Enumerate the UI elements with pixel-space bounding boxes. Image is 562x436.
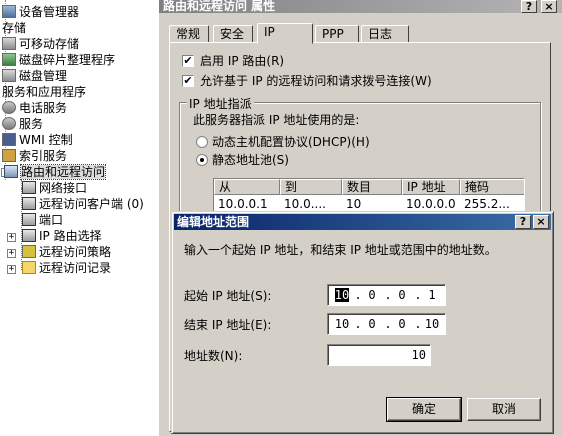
- edit-address-range-dialog: 编辑地址范围 ? × 输入一个起始 IP 地址，和结束 IP 地址或范围中的地址…: [171, 211, 554, 434]
- address-count-label: 地址数(N):: [184, 349, 243, 363]
- expand-toggle-ip-routing[interactable]: +: [7, 233, 16, 242]
- device-manager-icon: [2, 5, 16, 18]
- ip-assignment-desc: 此服务器指派 IP 地址使用的是:: [193, 113, 360, 127]
- services-gear-icon: [2, 117, 16, 130]
- expand-toggle-logging[interactable]: +: [7, 265, 16, 274]
- end-ip-octet-3[interactable]: 0: [392, 314, 412, 334]
- ip-dot-separator: .: [384, 317, 392, 331]
- rras-server-icon: [4, 165, 18, 178]
- remote-client-icon: [22, 197, 36, 210]
- ip-dot-separator: .: [354, 288, 362, 302]
- policy-icon: [22, 245, 36, 258]
- cancel-button[interactable]: 取消: [467, 398, 541, 421]
- end-ip-octet-2[interactable]: 0: [362, 314, 382, 334]
- table-cell-to[interactable]: 10.0....: [280, 197, 342, 211]
- tree-item-ip-routing[interactable]: IP 路由选择: [22, 228, 102, 244]
- tree-item-device-manager[interactable]: 设备管理器: [2, 4, 79, 20]
- tree-item-remote-clients[interactable]: 远程访问客户端 (0): [22, 196, 144, 212]
- table-cell-ip[interactable]: 10.0.0.0: [402, 197, 460, 211]
- tab-security[interactable]: 安全: [213, 25, 253, 43]
- tree-item-telephony[interactable]: 电话服务: [2, 100, 67, 116]
- end-ip-label: 结束 IP 地址(E):: [184, 318, 272, 332]
- static-pool-radio-label[interactable]: 静态地址池(S): [212, 153, 289, 167]
- expand-toggle-policies[interactable]: +: [7, 249, 16, 258]
- tree-item-removable-storage[interactable]: 可移动存储: [2, 36, 79, 52]
- table-cell-from[interactable]: 10.0.0.1: [214, 197, 280, 211]
- column-header-from[interactable]: 从: [214, 179, 280, 195]
- ip-dot-separator: .: [384, 288, 392, 302]
- removable-storage-icon: [2, 37, 16, 50]
- ports-icon: [22, 213, 36, 226]
- enable-ip-routing-label[interactable]: 启用 IP 路由(R): [200, 54, 284, 68]
- end-ip-octet-4[interactable]: 10: [422, 314, 442, 334]
- tab-ip[interactable]: IP: [257, 23, 313, 44]
- ip-assignment-group-label: IP 地址指派: [187, 95, 254, 112]
- close-button[interactable]: ×: [541, 0, 557, 13]
- column-header-mask[interactable]: 掩码: [460, 179, 524, 195]
- ip-dot-separator: .: [414, 288, 422, 302]
- dialog-title: 编辑地址范围: [177, 215, 250, 229]
- tree-item-disk-management[interactable]: 磁盘管理: [2, 68, 67, 84]
- tab-logging[interactable]: 日志: [361, 25, 409, 43]
- help-button[interactable]: ?: [521, 0, 537, 13]
- tab-general[interactable]: 常规: [169, 25, 209, 43]
- ip-dot-separator: .: [354, 317, 362, 331]
- dialog-instruction: 输入一个起始 IP 地址，和结束 IP 地址或范围中的地址数。: [184, 243, 497, 257]
- start-ip-label: 起始 IP 地址(S):: [184, 289, 272, 303]
- start-ip-octet-2[interactable]: 0: [362, 285, 382, 305]
- enable-ip-routing-checkbox[interactable]: ✔: [182, 55, 194, 67]
- defragmenter-icon: [2, 53, 16, 66]
- end-ip-octet-1[interactable]: 10: [332, 314, 352, 334]
- start-ip-octet-4[interactable]: 1: [422, 285, 442, 305]
- tree-item-ports[interactable]: 端口: [22, 212, 63, 228]
- static-pool-radio[interactable]: [196, 154, 208, 166]
- wmi-icon: [2, 133, 16, 146]
- folder-icon: [22, 261, 36, 274]
- table-cell-count[interactable]: 10: [342, 197, 402, 211]
- allow-ip-remote-label[interactable]: 允许基于 IP 的远程访问和请求拨号连接(W): [200, 74, 432, 88]
- console-tree[interactable]: 设备管理器 存储 可移动存储 磁盘碎片整理程序 磁盘管理 服务和应用程序 电话服…: [0, 0, 160, 436]
- disk-management-icon: [2, 69, 16, 82]
- column-header-to[interactable]: 到: [280, 179, 342, 195]
- tree-item-storage[interactable]: 存储: [2, 20, 26, 36]
- start-ip-octet-1[interactable]: 10: [334, 288, 350, 302]
- network-interface-icon: [22, 181, 36, 194]
- tree-item-network-interfaces[interactable]: 网络接口: [22, 180, 87, 196]
- start-ip-field[interactable]: 10 . 0 . 0 . 1: [327, 284, 446, 306]
- tree-item-remote-logging[interactable]: 远程访问记录: [22, 260, 111, 276]
- end-ip-field[interactable]: 10 . 0 . 0 . 10: [327, 313, 446, 335]
- ok-button[interactable]: 确定: [386, 397, 462, 422]
- start-ip-octet-3[interactable]: 0: [392, 285, 412, 305]
- dhcp-radio[interactable]: [196, 136, 208, 148]
- allow-ip-remote-checkbox[interactable]: ✔: [182, 75, 194, 87]
- tree-item-services[interactable]: 服务: [2, 116, 43, 132]
- telephony-icon: [2, 101, 16, 114]
- address-count-field[interactable]: 10: [327, 344, 431, 366]
- dialog-titlebar[interactable]: 编辑地址范围: [174, 214, 551, 230]
- tree-item-wmi[interactable]: WMI 控制: [2, 132, 73, 148]
- tree-item-rras[interactable]: 路由和远程访问: [4, 164, 107, 180]
- properties-title: 路由和远程访问 属性: [163, 0, 276, 13]
- ip-routing-icon: [22, 229, 36, 242]
- indexing-icon: [2, 149, 16, 162]
- tree-item-services-apps[interactable]: 服务和应用程序: [2, 84, 86, 100]
- dialog-help-button[interactable]: ?: [515, 215, 531, 229]
- ip-dot-separator: .: [414, 317, 422, 331]
- table-cell-mask[interactable]: 255.2...: [460, 197, 524, 211]
- column-header-count[interactable]: 数目: [342, 179, 402, 195]
- static-pool-list[interactable]: 从 到 数目 IP 地址 掩码 10.0.0.1 10.0.... 10 10.…: [213, 178, 525, 214]
- tree-item-indexing[interactable]: 索引服务: [2, 148, 67, 164]
- tree-item-remote-policies[interactable]: 远程访问策略: [22, 244, 111, 260]
- tab-ppp[interactable]: PPP: [315, 25, 359, 43]
- dialog-close-button[interactable]: ×: [533, 215, 549, 229]
- column-header-ip[interactable]: IP 地址: [402, 179, 460, 195]
- dhcp-radio-label[interactable]: 动态主机配置协议(DHCP)(H): [212, 135, 370, 149]
- properties-titlebar[interactable]: 路由和远程访问 属性: [159, 0, 562, 13]
- tree-item-defragmenter[interactable]: 磁盘碎片整理程序: [2, 52, 115, 68]
